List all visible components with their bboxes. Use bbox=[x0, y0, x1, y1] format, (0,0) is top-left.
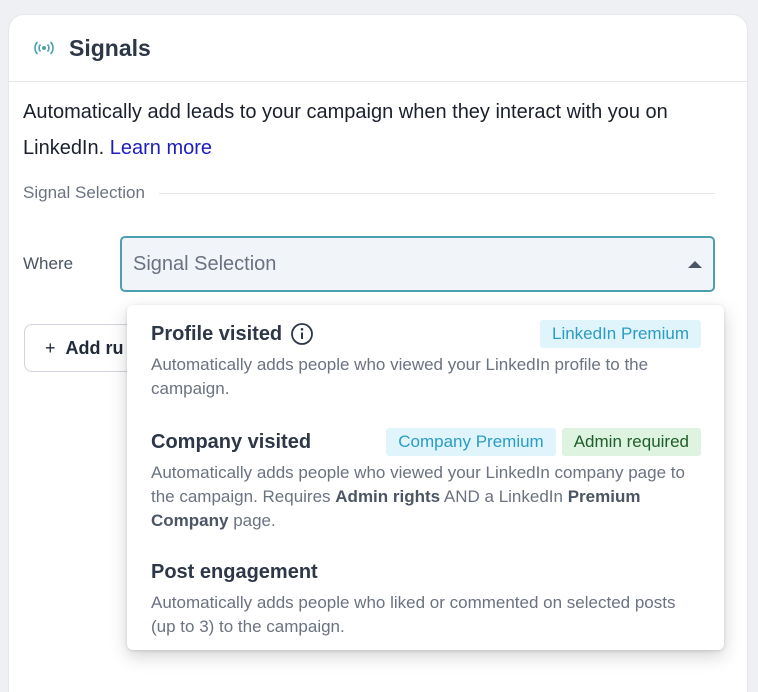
signal-dropdown: Profile visited LinkedIn Premium Automat… bbox=[127, 305, 724, 650]
add-rule-label: Add ru bbox=[65, 337, 124, 358]
section-heading: Signal Selection bbox=[23, 183, 715, 203]
caret-up-icon bbox=[688, 260, 702, 268]
option-description: Automatically adds people who liked or c… bbox=[151, 593, 676, 636]
option-title: Company visited bbox=[151, 430, 312, 453]
learn-more-link[interactable]: Learn more bbox=[110, 137, 212, 159]
info-icon[interactable] bbox=[290, 322, 314, 346]
option-company-visited[interactable]: Company visited Company Premium Admin re… bbox=[151, 427, 701, 533]
section-divider bbox=[158, 192, 715, 194]
linkedin-premium-badge: LinkedIn Premium bbox=[539, 320, 701, 348]
signal-select[interactable]: Signal Selection bbox=[120, 236, 715, 292]
option-description: Automatically adds people who viewed you… bbox=[151, 461, 701, 533]
panel-header: Signals bbox=[9, 15, 747, 82]
desc-bold-admin: Admin rights bbox=[335, 487, 441, 506]
company-premium-badge: Company Premium bbox=[386, 428, 556, 456]
broadcast-icon bbox=[33, 41, 55, 55]
where-label: Where bbox=[23, 254, 74, 273]
option-post-engagement[interactable]: Post engagement Automatically adds peopl… bbox=[151, 557, 701, 639]
option-title: Profile visited bbox=[151, 322, 283, 345]
option-description: Automatically adds people who viewed you… bbox=[151, 355, 649, 398]
signal-select-placeholder: Signal Selection bbox=[133, 252, 277, 275]
desc-text: AND a LinkedIn bbox=[440, 487, 568, 506]
plus-icon: + bbox=[45, 337, 56, 358]
section-label: Signal Selection bbox=[23, 183, 145, 202]
panel-title: Signals bbox=[69, 34, 151, 61]
desc-text: page. bbox=[228, 511, 276, 530]
intro-text: Automatically add leads to your campaign… bbox=[23, 94, 723, 166]
option-title: Post engagement bbox=[151, 560, 318, 583]
option-profile-visited[interactable]: Profile visited LinkedIn Premium Automat… bbox=[151, 319, 701, 401]
admin-required-badge: Admin required bbox=[561, 428, 701, 456]
